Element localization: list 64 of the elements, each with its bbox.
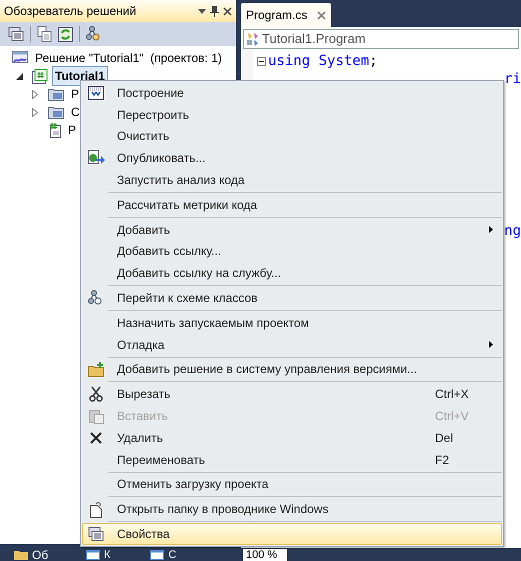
menu-item[interactable]: Очистить bbox=[82, 126, 502, 148]
folder-icon bbox=[48, 88, 64, 100]
menu-item[interactable]: Перейти к схеме классов bbox=[82, 287, 502, 309]
tree-item[interactable]: C bbox=[68, 102, 83, 122]
folder-add-icon bbox=[88, 362, 104, 377]
dropdown-icon[interactable] bbox=[198, 8, 206, 14]
tree-item[interactable]: Решение "Tutorial1" (проектов: 1) bbox=[32, 48, 225, 68]
window-icon bbox=[86, 550, 100, 560]
menu-item[interactable]: Назначить запускаемым проектом bbox=[82, 312, 502, 334]
menu-item[interactable]: Перестроить bbox=[82, 104, 502, 126]
status-label[interactable]: К bbox=[104, 549, 110, 561]
zoom-field[interactable]: 100 % bbox=[243, 549, 287, 561]
csharp-project-icon bbox=[32, 68, 48, 84]
publish-icon bbox=[87, 150, 105, 166]
collapsed-arrow-icon[interactable] bbox=[32, 90, 38, 98]
menu-item[interactable]: Отменить загрузку проекта bbox=[82, 474, 502, 496]
tree-item[interactable]: P bbox=[65, 120, 80, 140]
menu-item[interactable]: Отладка bbox=[82, 334, 502, 356]
tab-label: Program.cs bbox=[246, 7, 308, 24]
navigation-dropdown[interactable]: Tutorial1.Program bbox=[243, 29, 519, 49]
scissors-icon bbox=[89, 386, 103, 402]
menu-item[interactable]: Переименовать F2 bbox=[82, 448, 502, 471]
paste-icon bbox=[88, 408, 104, 424]
properties-icon[interactable] bbox=[8, 27, 24, 41]
class-icon bbox=[246, 32, 260, 46]
navigation-label: Tutorial1.Program bbox=[262, 30, 366, 48]
csharp-file-icon bbox=[48, 122, 61, 138]
code-line: using System; bbox=[268, 52, 378, 71]
menu-item[interactable]: Удалить Del bbox=[82, 426, 502, 449]
folder-icon bbox=[48, 106, 64, 118]
menu-item[interactable]: Открыть папку в проводнике Windows bbox=[82, 498, 502, 520]
code-fragment: ng bbox=[504, 223, 521, 239]
collapse-icon[interactable] bbox=[257, 57, 266, 66]
files-icon[interactable] bbox=[37, 26, 52, 42]
panel-title: Обозреватель решений bbox=[4, 3, 138, 20]
properties-icon bbox=[88, 527, 104, 542]
delete-icon bbox=[90, 432, 102, 444]
pin-icon[interactable] bbox=[210, 5, 219, 17]
menu-item[interactable]: Свойства bbox=[82, 523, 502, 545]
class-diagram-icon bbox=[88, 290, 104, 306]
document-icon bbox=[90, 500, 102, 518]
build-icon bbox=[88, 86, 104, 100]
expanded-arrow-icon[interactable] bbox=[16, 72, 23, 80]
menu-item[interactable]: Запустить анализ кода bbox=[82, 169, 502, 191]
menu-item[interactable]: Добавить bbox=[82, 218, 502, 241]
folder-icon bbox=[14, 550, 28, 560]
editor-tab[interactable]: Program.cs bbox=[241, 3, 332, 27]
window-icon bbox=[150, 550, 164, 560]
menu-item[interactable]: Добавить ссылку... bbox=[82, 240, 502, 262]
code-fragment: ri bbox=[504, 71, 521, 87]
menu-item[interactable]: Вырезать Ctrl+X bbox=[82, 383, 502, 406]
status-label[interactable]: С bbox=[168, 549, 176, 561]
menu-item[interactable]: Рассчитать метрики кода bbox=[82, 194, 502, 216]
menu-item[interactable]: Добавить ссылку на службу... bbox=[82, 262, 502, 284]
panel-tab[interactable]: Об bbox=[32, 550, 48, 560]
refresh-icon[interactable] bbox=[58, 26, 73, 42]
tree-item[interactable]: P bbox=[68, 84, 82, 104]
menu-item[interactable]: Добавить решение в систему управления версиями... bbox=[82, 358, 502, 380]
close-icon[interactable] bbox=[317, 10, 326, 20]
solution-icon bbox=[12, 51, 28, 65]
class-diagram-icon[interactable] bbox=[86, 26, 102, 42]
menu-item[interactable]: Опубликовать... bbox=[82, 147, 502, 170]
collapsed-arrow-icon[interactable] bbox=[32, 108, 38, 116]
close-icon[interactable] bbox=[223, 6, 232, 16]
